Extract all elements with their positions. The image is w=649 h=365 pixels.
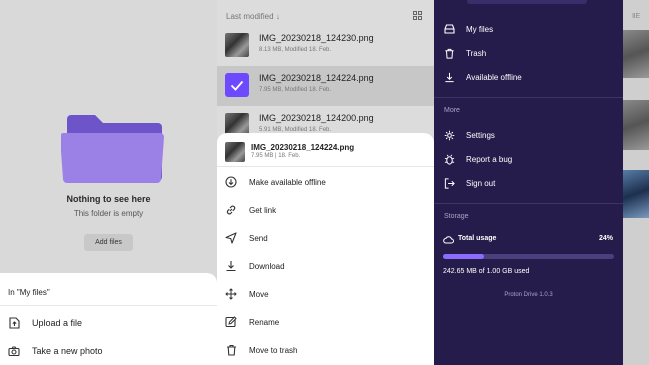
- download-button[interactable]: Download: [225, 256, 285, 276]
- sheet-file-meta: 7.95 MB | 18. Feb.: [251, 153, 301, 159]
- take-photo-label: Take a new photo: [32, 346, 103, 356]
- divider: [434, 203, 623, 204]
- upload-file-icon: [8, 317, 20, 329]
- divider: [217, 166, 434, 167]
- nav-trash[interactable]: Trash: [444, 44, 486, 62]
- file-meta: 7.95 MB, Modified 18. Feb.: [259, 87, 332, 93]
- send-button[interactable]: Send: [225, 228, 268, 248]
- grid-view-icon[interactable]: [413, 11, 422, 20]
- cloud-icon: [443, 236, 454, 244]
- add-files-button[interactable]: Add files: [84, 234, 133, 251]
- arrow-down-icon: ↓: [275, 12, 280, 21]
- nav-my-files[interactable]: My files: [444, 20, 493, 38]
- trash-icon: [225, 344, 237, 356]
- make-offline-button[interactable]: Make available offline: [225, 172, 326, 192]
- sheet-file-name: IMG_20230218_124224.png: [251, 143, 355, 152]
- navigation-drawer: My files Trash Available offline More Se…: [434, 0, 623, 365]
- get-link-button[interactable]: Get link: [225, 200, 276, 220]
- nav-settings[interactable]: Settings: [444, 126, 495, 144]
- nav-available-offline[interactable]: Available offline: [444, 68, 522, 86]
- move-to-trash-button[interactable]: Move to trash: [225, 340, 297, 360]
- send-label: Send: [249, 233, 268, 243]
- file-name: IMG_20230218_124200.png: [259, 113, 374, 123]
- move-label: Move: [249, 289, 269, 299]
- file-list-screen: Last modified ↓ IMG_20230218_124230.png …: [217, 0, 434, 365]
- move-icon: [225, 288, 237, 300]
- move-to-trash-label: Move to trash: [249, 345, 298, 355]
- gear-icon: [444, 130, 455, 141]
- usage-text: 242.65 MB of 1.00 GB used: [443, 268, 530, 275]
- file-meta: 8.13 MB, Modified 18. Feb.: [259, 47, 332, 53]
- account-header[interactable]: [467, 0, 587, 4]
- link-icon: [225, 204, 237, 216]
- image-thumbnail: [225, 33, 249, 57]
- take-photo-button[interactable]: Take a new photo: [8, 341, 103, 361]
- send-icon: [225, 232, 237, 244]
- nav-label: Trash: [466, 48, 487, 58]
- bug-icon: [444, 154, 455, 165]
- sort-label: Last modified: [226, 12, 274, 21]
- nav-sign-out[interactable]: Sign out: [444, 174, 495, 192]
- drive-icon: [444, 24, 455, 35]
- more-section-header: More: [444, 107, 460, 114]
- download-icon: [444, 72, 455, 83]
- get-link-label: Get link: [249, 205, 277, 215]
- file-row[interactable]: IMG_20230218_124230.png 8.13 MB, Modifie…: [217, 26, 434, 66]
- background-sort-label: ⅡE: [632, 13, 641, 20]
- storage-progress-fill: [443, 254, 485, 259]
- move-button[interactable]: Move: [225, 284, 269, 304]
- background-thumbnail: [621, 170, 649, 218]
- rename-label: Rename: [249, 317, 280, 327]
- file-actions-sheet: IMG_20230218_124224.png 7.95 MB | 18. Fe…: [217, 133, 434, 365]
- sign-out-icon: [444, 177, 455, 189]
- usage-title: Total usage: [458, 235, 497, 242]
- rename-icon: [225, 316, 237, 328]
- storage-section-header: Storage: [444, 213, 469, 220]
- divider: [0, 305, 217, 306]
- background-thumbnail: [621, 100, 649, 150]
- background-thumbnail: [621, 30, 649, 78]
- camera-icon: [8, 345, 20, 357]
- folder-icon: [61, 115, 164, 183]
- rename-button[interactable]: Rename: [225, 312, 279, 332]
- file-name: IMG_20230218_124224.png: [259, 73, 374, 83]
- file-row-selected[interactable]: IMG_20230218_124224.png 7.95 MB, Modifie…: [217, 66, 434, 106]
- empty-folder-screen: Nothing to see here This folder is empty…: [0, 0, 217, 365]
- divider: [434, 97, 623, 98]
- nav-label: Sign out: [466, 178, 496, 188]
- upload-file-button[interactable]: Upload a file: [8, 313, 82, 333]
- nav-report-bug[interactable]: Report a bug: [444, 150, 512, 168]
- nav-label: My files: [466, 24, 494, 34]
- nav-label: Report a bug: [466, 154, 513, 164]
- download-label: Download: [249, 261, 285, 271]
- upload-file-label: Upload a file: [32, 318, 83, 328]
- download-icon: [225, 260, 237, 272]
- app-version: Proton Drive 1.0.3: [504, 292, 553, 298]
- trash-icon: [444, 48, 455, 59]
- sort-button[interactable]: Last modified ↓: [226, 12, 280, 21]
- usage-percent: 24%: [598, 235, 613, 242]
- empty-state-title: Nothing to see here: [66, 194, 151, 204]
- upload-sheet-header: In "My files": [8, 288, 50, 297]
- file-name: IMG_20230218_124230.png: [259, 33, 374, 43]
- offline-download-icon: [225, 176, 237, 188]
- nav-label: Settings: [466, 130, 495, 140]
- upload-bottom-sheet: In "My files" Upload a file Take a new p…: [0, 273, 217, 365]
- make-offline-label: Make available offline: [249, 177, 326, 187]
- storage-progress-bar: [443, 254, 614, 259]
- image-thumbnail: [225, 142, 245, 162]
- navigation-drawer-screen: ⅡE My files Trash Available offline More: [434, 0, 649, 365]
- checkbox-checked-icon[interactable]: [225, 73, 249, 97]
- nav-label: Available offline: [466, 72, 522, 82]
- empty-state-subtitle: This folder is empty: [73, 209, 144, 218]
